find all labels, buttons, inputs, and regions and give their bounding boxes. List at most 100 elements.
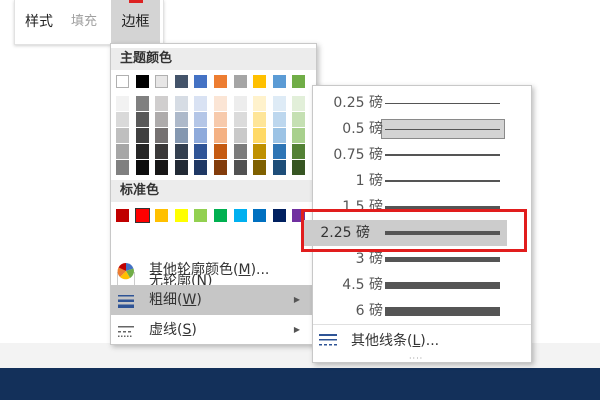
weight-sample-line [385,281,500,289]
theme-shade-swatch[interactable] [174,144,188,159]
submenu-arrow-icon: ▶ [293,325,300,334]
theme-shade-swatch[interactable] [272,112,286,127]
theme-shade-swatch[interactable] [194,112,208,127]
standard-color-swatch[interactable] [272,209,286,222]
standard-colors-label: 标准色 [120,183,160,198]
weight-sample-line [385,180,500,182]
theme-shade-swatch[interactable] [135,160,149,175]
weight-label: 1 磅 [355,173,383,189]
theme-color-swatch[interactable] [233,75,247,88]
theme-shade-swatch[interactable] [292,160,306,175]
theme-color-swatch[interactable] [292,75,306,88]
footer-band [0,368,600,400]
theme-color-swatch[interactable] [135,75,149,88]
weight-option[interactable]: 1 磅 [313,168,531,194]
theme-shade-swatch[interactable] [174,160,188,175]
theme-shade-swatch[interactable] [292,112,306,127]
theme-shade-swatch[interactable] [233,128,247,143]
theme-shade-swatch[interactable] [116,160,129,175]
theme-shade-swatch[interactable] [194,96,208,111]
theme-shade-swatch[interactable] [194,160,208,175]
dash-item[interactable]: 虚线(S) ▶ [111,315,316,345]
highlight-box [301,209,527,252]
border-color-indicator [129,0,143,3]
theme-shade-swatch[interactable] [292,96,306,111]
theme-color-swatch[interactable] [116,75,129,88]
weight-item[interactable]: 粗细(W) ▶ [111,285,316,315]
theme-shade-swatch[interactable] [116,96,129,111]
line-weight-icon [118,295,134,308]
more-lines-icon [319,334,337,346]
theme-shade-swatch[interactable] [292,128,306,143]
resize-grip-icon[interactable]: ···· [409,354,423,363]
theme-shade-swatch[interactable] [233,112,247,127]
theme-shade-swatch[interactable] [194,144,208,159]
theme-shade-swatch[interactable] [214,144,227,159]
weight-option[interactable]: 6 磅 [313,298,531,324]
theme-shade-swatch[interactable] [233,144,247,159]
theme-shade-swatch[interactable] [253,96,267,111]
weight-option[interactable]: 0.5 磅 [313,116,531,142]
theme-shade-swatch[interactable] [116,144,129,159]
theme-shade-swatch[interactable] [174,112,188,127]
tab-fill[interactable]: 填充 [71,12,97,32]
theme-shade-swatch[interactable] [116,128,129,143]
weight-sample-line [385,306,500,316]
theme-shade-swatch[interactable] [214,96,227,111]
theme-shade-swatch[interactable] [253,128,267,143]
theme-shade-swatch[interactable] [155,128,169,143]
theme-shade-swatch[interactable] [155,144,169,159]
weight-sample-line [385,128,500,130]
theme-shade-swatch[interactable] [174,96,188,111]
standard-color-swatch[interactable] [155,209,169,222]
weight-label: 4.5 磅 [342,277,383,293]
theme-shade-swatch[interactable] [194,128,208,143]
standard-color-swatch[interactable] [116,209,129,222]
standard-color-swatch[interactable] [253,209,267,222]
theme-color-swatch[interactable] [272,75,286,88]
weight-option[interactable]: 0.75 磅 [313,142,531,168]
theme-shade-swatch[interactable] [253,160,267,175]
tab-border-label: 边框 [121,14,150,30]
theme-shade-swatch[interactable] [292,144,306,159]
theme-shade-swatch[interactable] [135,144,149,159]
theme-shade-swatch[interactable] [214,112,227,127]
theme-shade-swatch[interactable] [155,160,169,175]
standard-color-swatch[interactable] [134,208,150,223]
theme-shade-swatch[interactable] [214,128,227,143]
theme-colors-header: 主题颜色 [111,48,316,70]
format-toolbar: 样式 填充 边框 [14,0,164,45]
theme-shade-swatch[interactable] [272,160,286,175]
theme-shade-swatch[interactable] [253,144,267,159]
theme-shade-swatch[interactable] [214,160,227,175]
more-outline-colors-item[interactable]: 其他轮廓颜色(M)... [111,255,316,285]
dash-style-icon [118,326,134,337]
theme-shade-swatch[interactable] [174,128,188,143]
theme-shade-swatch[interactable] [155,112,169,127]
theme-shade-swatch[interactable] [272,144,286,159]
more-lines-item[interactable]: 其他线条(L)... [313,326,531,356]
tab-border[interactable]: 边框 [111,0,160,44]
theme-shade-swatch[interactable] [155,96,169,111]
theme-shade-swatch[interactable] [272,96,286,111]
theme-shade-swatch[interactable] [116,112,129,127]
theme-shade-swatch[interactable] [233,96,247,111]
theme-color-swatch[interactable] [155,75,169,88]
theme-color-swatch[interactable] [214,75,227,88]
tab-style[interactable]: 样式 [25,12,53,32]
standard-color-swatch[interactable] [194,209,208,222]
standard-color-swatch[interactable] [214,209,227,222]
standard-color-swatch[interactable] [233,209,247,222]
theme-color-swatch[interactable] [194,75,208,88]
standard-color-swatch[interactable] [174,209,188,222]
theme-color-swatch[interactable] [174,75,188,88]
theme-shade-swatch[interactable] [135,112,149,127]
theme-shade-swatch[interactable] [135,96,149,111]
theme-shade-swatch[interactable] [253,112,267,127]
theme-shade-swatch[interactable] [233,160,247,175]
theme-shade-swatch[interactable] [272,128,286,143]
theme-color-swatch[interactable] [253,75,267,88]
theme-shade-swatch[interactable] [135,128,149,143]
weight-option[interactable]: 0.25 磅 [313,90,531,116]
weight-option[interactable]: 4.5 磅 [313,272,531,298]
